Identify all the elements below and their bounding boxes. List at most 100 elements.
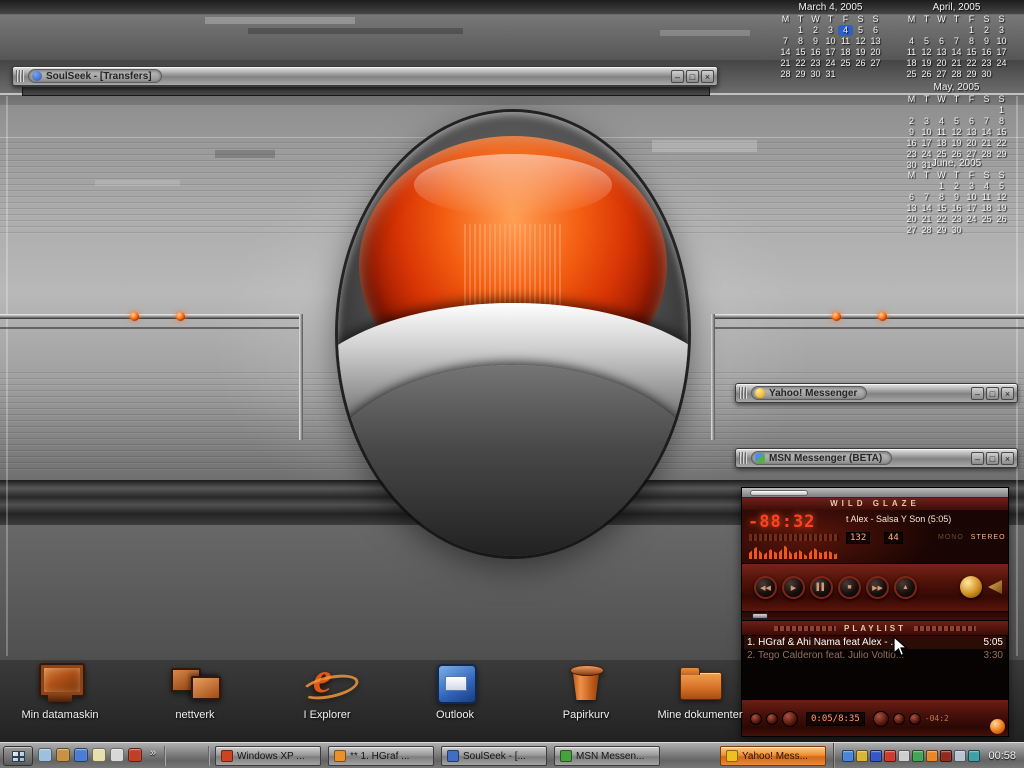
window-msn-titlebar[interactable]: MSN Messenger (BETA) – □ × bbox=[735, 448, 1018, 468]
scheduler-tray-icon[interactable] bbox=[954, 750, 966, 762]
winamp-position-slider[interactable] bbox=[742, 611, 1008, 621]
minimize-button[interactable]: – bbox=[971, 452, 984, 465]
calendar-day: 1 bbox=[964, 25, 979, 36]
desktop-icons: Min datamaskin nettverk I Explorer Outlook P… bbox=[0, 660, 780, 740]
emblem-dark-base bbox=[338, 365, 688, 556]
calendar-weekday: W bbox=[934, 94, 949, 105]
calendar-day: 22 bbox=[934, 214, 949, 225]
calendar-empty-cell bbox=[949, 105, 964, 116]
show-desktop-icon[interactable] bbox=[38, 748, 52, 762]
close-button[interactable]: × bbox=[1001, 387, 1014, 400]
task-button[interactable]: ** 1. HGraf ... bbox=[328, 746, 434, 766]
desktop-icon-my-documents[interactable]: Mine dokumenter bbox=[645, 662, 755, 721]
close-button[interactable]: × bbox=[1001, 452, 1014, 465]
winamp-scroll-knob[interactable] bbox=[990, 719, 1005, 734]
playlist-list-button[interactable] bbox=[873, 711, 889, 727]
calendar-day: 26 bbox=[919, 69, 934, 80]
close-button[interactable]: × bbox=[701, 70, 714, 83]
minimize-button[interactable]: – bbox=[971, 387, 984, 400]
playlist-misc-button[interactable] bbox=[782, 711, 798, 727]
calendar-day: 17 bbox=[823, 47, 838, 58]
calendar-day: 30 bbox=[808, 69, 823, 80]
calendar-day: 13 bbox=[934, 47, 949, 58]
desktop: March 4, 2005 MTWTFSS1234567891011121314… bbox=[0, 0, 1024, 768]
winamp-eq-sliders[interactable] bbox=[749, 534, 839, 541]
calendar-day: 22 bbox=[964, 58, 979, 69]
folder-icon[interactable] bbox=[56, 748, 70, 762]
winamp-channel-indicator: MONO STEREO bbox=[938, 534, 1006, 541]
playlist-item-title: 1. HGraf & Ahi Nama feat Alex - ... bbox=[747, 636, 899, 649]
calendar-day: 2 bbox=[808, 25, 823, 36]
network-icon bbox=[171, 662, 219, 704]
maximize-button[interactable]: □ bbox=[986, 452, 999, 465]
wallpaper-edge-line bbox=[1016, 96, 1018, 656]
winamp-titlebar[interactable] bbox=[742, 488, 1008, 498]
messenger-icon[interactable] bbox=[74, 748, 88, 762]
my-computer-icon bbox=[36, 662, 84, 704]
soulseek-tray-icon[interactable] bbox=[870, 750, 882, 762]
volume-tray-icon[interactable] bbox=[898, 750, 910, 762]
emblem-vent bbox=[610, 549, 648, 556]
desktop-icon-network[interactable]: nettverk bbox=[140, 662, 250, 721]
notes-icon[interactable] bbox=[92, 748, 106, 762]
desktop-icon-outlook[interactable]: Outlook bbox=[400, 662, 510, 721]
winamp-samplerate: 44 bbox=[884, 532, 903, 544]
play-button[interactable]: ▶ bbox=[782, 576, 805, 599]
winamp-main-display: -88:32 t Alex - Salsa Y Son (5:05) 132 4… bbox=[742, 510, 1008, 563]
wallpaper-emblem bbox=[338, 112, 688, 556]
calendar-weekday: F bbox=[964, 14, 979, 25]
calendar-day: 24 bbox=[964, 214, 979, 225]
stop-button[interactable]: ■ bbox=[838, 576, 861, 599]
calendar-empty-cell bbox=[778, 25, 793, 36]
playlist-sel-button[interactable] bbox=[893, 713, 905, 725]
windows-xp-task-icon bbox=[221, 750, 233, 762]
desktop-icon-recycle-bin[interactable]: Papirkurv bbox=[531, 662, 641, 721]
desktop-icon-internet-explorer[interactable]: I Explorer bbox=[272, 662, 382, 721]
maximize-button[interactable]: □ bbox=[986, 387, 999, 400]
desktop-icon-my-computer[interactable]: Min datamaskin bbox=[5, 662, 115, 721]
playlist-item[interactable]: 2. Tego Calderon feat. Julio Voltio...3:… bbox=[744, 649, 1006, 662]
calendar-weekday: M bbox=[778, 14, 793, 25]
calendar-day: 12 bbox=[994, 192, 1009, 203]
browser-icon[interactable] bbox=[128, 748, 142, 762]
maximize-button[interactable]: □ bbox=[686, 70, 699, 83]
calendar-day: 26 bbox=[853, 58, 868, 69]
next-button[interactable]: ▶▶ bbox=[866, 576, 889, 599]
firewall-tray-icon[interactable] bbox=[940, 750, 952, 762]
calendar-weekday: W bbox=[808, 14, 823, 25]
calendar-day: 9 bbox=[949, 192, 964, 203]
winamp-tray-icon[interactable] bbox=[926, 750, 938, 762]
calendar-weekday: S bbox=[853, 14, 868, 25]
calendar-empty-cell bbox=[949, 25, 964, 36]
window-soulseek-titlebar[interactable]: SoulSeek - [Transfers] – □ × bbox=[12, 66, 718, 86]
winamp-position-handle[interactable] bbox=[752, 613, 768, 619]
window-yahoo-titlebar[interactable]: Yahoo! Messenger – □ × bbox=[735, 383, 1018, 403]
minimize-button[interactable]: – bbox=[671, 70, 684, 83]
document-icon[interactable] bbox=[110, 748, 124, 762]
calendar-day: 12 bbox=[949, 127, 964, 138]
display-tray-icon[interactable] bbox=[968, 750, 980, 762]
network-tray-icon[interactable] bbox=[912, 750, 924, 762]
previous-button[interactable]: ◀◀ bbox=[754, 576, 777, 599]
calendar-day: 18 bbox=[904, 58, 919, 69]
task-button[interactable]: SoulSeek - [... bbox=[441, 746, 547, 766]
antivirus-tray-icon[interactable] bbox=[884, 750, 896, 762]
task-button[interactable]: Windows XP ... bbox=[215, 746, 321, 766]
calendar-grid: MTWTFSS123456789101112131415161718192021… bbox=[904, 170, 1009, 236]
playlist-item[interactable]: 1. HGraf & Ahi Nama feat Alex - ...5:05 bbox=[744, 636, 1006, 649]
eject-button[interactable]: ▲ bbox=[894, 576, 917, 599]
calendar-day: 4 bbox=[979, 181, 994, 192]
winamp-transport: ◀◀▶▌▌■▶▶▲ bbox=[742, 563, 1008, 611]
playlist-opts-button[interactable] bbox=[909, 713, 921, 725]
pause-button[interactable]: ▌▌ bbox=[810, 576, 833, 599]
task-button[interactable]: Yahoo! Mess... bbox=[720, 746, 826, 766]
start-button[interactable] bbox=[3, 746, 33, 766]
calendar-day: 25 bbox=[838, 58, 853, 69]
updates-tray-icon[interactable] bbox=[856, 750, 868, 762]
wallpaper-noise bbox=[95, 180, 180, 186]
task-button[interactable]: MSN Messen... bbox=[554, 746, 660, 766]
calendar-weekday: M bbox=[904, 94, 919, 105]
calendar-day: 29 bbox=[934, 225, 949, 236]
quick-launch-overflow-chevron[interactable]: » bbox=[150, 747, 156, 759]
msn-tray-icon[interactable] bbox=[842, 750, 854, 762]
